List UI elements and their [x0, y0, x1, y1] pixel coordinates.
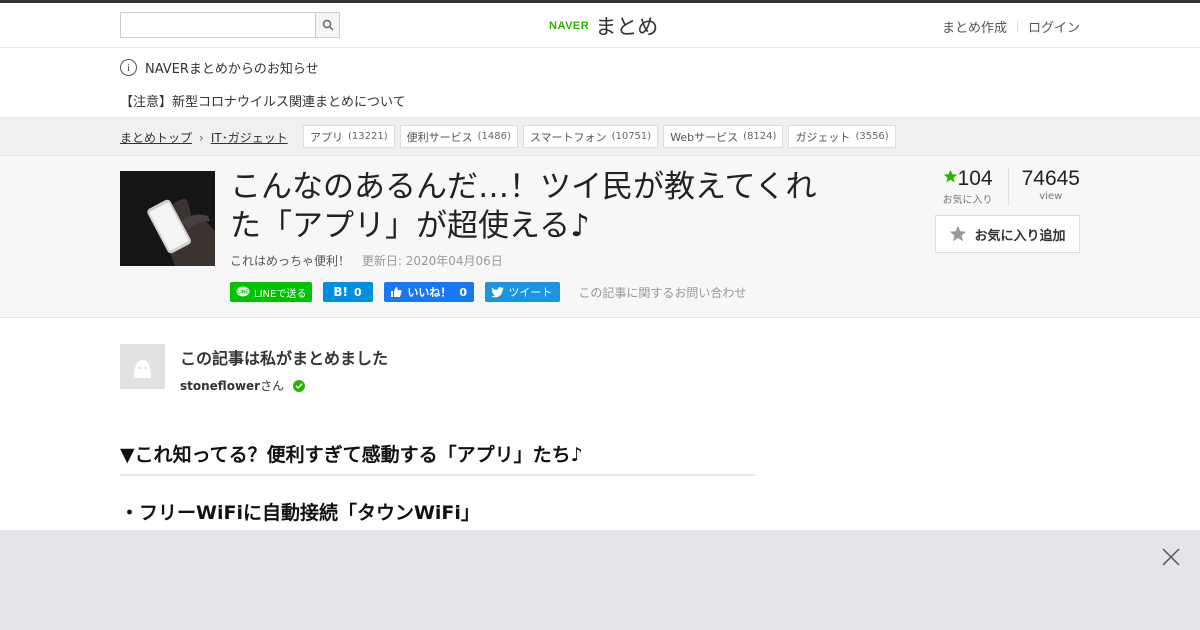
svg-text:LINE: LINE	[237, 290, 249, 296]
tag-item[interactable]: スマートフォン (10751)	[522, 125, 659, 148]
breadcrumb: まとめトップ › IT･ガジェット	[120, 129, 288, 146]
login-link[interactable]: ログイン	[1028, 17, 1080, 36]
hatena-count: 0	[353, 285, 362, 299]
hatena-bookmark-button[interactable]: B! 0	[323, 282, 374, 302]
line-share-label: LINEで送る	[254, 288, 307, 300]
views-stat: 74645 view	[1009, 167, 1080, 206]
star-icon	[943, 169, 957, 183]
article-meta: これはめっちゃ便利！ 更新日: 2020年04月06日	[230, 252, 503, 269]
hatena-icon: B!	[333, 285, 348, 299]
star-outline-icon	[950, 225, 967, 242]
tag-count: (8124)	[743, 131, 777, 142]
phone-in-hand-image	[120, 171, 215, 266]
divider	[1016, 20, 1018, 33]
info-icon: i	[120, 59, 137, 76]
article-stats: 104 お気に入り 74645 view	[943, 167, 1080, 206]
tag-item[interactable]: ガジェット (3556)	[788, 125, 896, 148]
avatar[interactable]	[120, 344, 165, 389]
favorites-count-row: 104	[943, 167, 993, 191]
line-icon: LINE	[236, 286, 250, 297]
search-input[interactable]	[121, 13, 315, 37]
author-block: この記事は私がまとめました stoneflower さん	[120, 344, 388, 394]
breadcrumb-category[interactable]: IT･ガジェット	[211, 129, 288, 146]
twitter-bird-icon	[491, 286, 505, 297]
tag-label: ガジェット	[795, 130, 851, 144]
facebook-like-button[interactable]: いいね！ 0	[384, 282, 475, 302]
favorites-count: 104	[957, 167, 993, 190]
facebook-like-label: いいね！	[407, 286, 452, 299]
updated-date: 更新日: 2020年04月06日	[361, 254, 503, 268]
facebook-like-count: 0	[459, 285, 467, 299]
search-button[interactable]	[315, 13, 339, 37]
add-favorite-label: お気に入り追加	[974, 228, 1066, 244]
notice-area: i NAVERまとめからのお知らせ 【注意】新型コロナウイルス関連まとめについて	[0, 48, 1200, 118]
default-user-icon	[134, 360, 151, 378]
thumbs-up-icon	[391, 287, 402, 297]
search-icon	[322, 19, 334, 31]
section-heading: ▼これ知ってる？便利すぎて感動する「アプリ」たち♪	[120, 440, 755, 476]
tag-count: (3556)	[855, 131, 889, 142]
line-share-button[interactable]: LINE LINEで送る	[230, 282, 313, 302]
notice-header: i NAVERまとめからのお知らせ	[120, 58, 319, 77]
tag-label: スマートフォン	[529, 130, 607, 144]
tag-count: (1486)	[477, 131, 511, 142]
tweet-label: ツイート	[508, 286, 553, 299]
tag-count: (10751)	[611, 131, 652, 142]
views-count: 74645	[1021, 167, 1080, 190]
article-header: こんなのあるんだ…！ツイ民が教えてくれた「アプリ」が超使える♪ これはめっちゃ便…	[0, 156, 1200, 318]
favorites-stat: 104 お気に入り	[943, 167, 1009, 206]
tag-label: 便利サービス	[406, 130, 473, 144]
favorites-label: お気に入り	[942, 195, 993, 206]
search-box	[120, 12, 340, 38]
tag-label: Webサービス	[670, 130, 739, 144]
ad-banner	[0, 530, 1200, 630]
create-matome-link[interactable]: まとめ作成	[942, 17, 1007, 36]
author-name[interactable]: stoneflower	[180, 379, 260, 393]
verified-check-icon	[293, 379, 306, 392]
close-icon[interactable]	[1162, 548, 1180, 566]
section-heading: ・フリーWiFiに自動接続「タウンWiFi」	[120, 498, 755, 534]
author-info: この記事は私がまとめました stoneflower さん	[180, 344, 388, 394]
author-suffix: さん	[260, 379, 285, 393]
chevron-right-icon: ›	[199, 130, 204, 145]
author-heading: この記事は私がまとめました	[180, 349, 389, 368]
tag-count: (13221)	[348, 131, 388, 142]
article-subtitle: これはめっちゃ便利！	[230, 254, 351, 268]
inquiry-link[interactable]: この記事に関するお問い合わせ	[578, 284, 746, 301]
tag-label: アプリ	[310, 130, 343, 144]
notice-link[interactable]: 【注意】新型コロナウイルス関連まとめについて	[120, 91, 406, 110]
article-thumbnail	[120, 171, 215, 266]
author-name-row: stoneflower さん	[180, 377, 388, 394]
header-links: まとめ作成 ログイン	[942, 17, 1080, 36]
breadcrumb-bar: まとめトップ › IT･ガジェット アプリ (13221) 便利サービス (1486…	[0, 118, 1200, 156]
views-label: view	[1039, 191, 1063, 202]
tag-item[interactable]: アプリ (13221)	[303, 125, 395, 148]
article-title: こんなのあるんだ…！ツイ民が教えてくれた「アプリ」が超使える♪	[230, 169, 817, 244]
tag-item[interactable]: 便利サービス (1486)	[399, 125, 518, 148]
breadcrumb-top[interactable]: まとめトップ	[120, 129, 192, 146]
share-bar: LINE LINEで送る B! 0 いいね！ 0 ツイート この記事に関するお問…	[230, 282, 746, 302]
tweet-button[interactable]: ツイート	[485, 282, 561, 302]
add-favorite-button[interactable]: お気に入り追加	[935, 215, 1080, 253]
site-logo[interactable]: NAVER まとめ	[549, 11, 658, 41]
tag-list: アプリ (13221) 便利サービス (1486) スマートフォン (10751) W…	[303, 125, 901, 148]
site-header: NAVER まとめ まとめ作成 ログイン	[0, 3, 1200, 48]
tag-item[interactable]: Webサービス (8124)	[663, 125, 784, 148]
logo-brand: NAVER	[549, 20, 590, 32]
logo-name: まとめ	[595, 15, 659, 39]
notice-title: NAVERまとめからのお知らせ	[145, 62, 319, 77]
